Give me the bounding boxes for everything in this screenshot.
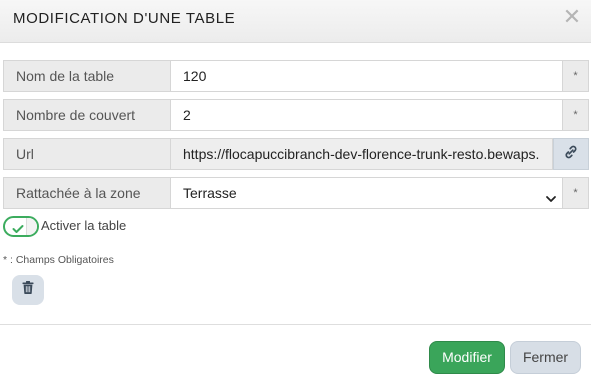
required-marker: *	[563, 60, 589, 92]
table-name-row: Nom de la table 120 *	[3, 60, 589, 92]
required-marker: *	[563, 99, 589, 131]
required-fields-note: * : Champs Obligatoires	[3, 254, 114, 266]
close-button[interactable]: Fermer	[510, 341, 581, 374]
close-icon[interactable]: ✕	[562, 7, 582, 29]
activate-table-label: Activer la table	[41, 218, 127, 233]
url-label: Url	[3, 138, 171, 170]
edit-table-modal: MODIFICATION D'UNE TABLE ✕ Nom de la tab…	[0, 0, 591, 381]
open-url-button[interactable]	[553, 138, 589, 170]
modal-title: MODIFICATION D'UNE TABLE	[13, 10, 236, 27]
covers-input[interactable]: 2	[171, 99, 563, 131]
activate-table-row: Activer la table	[3, 215, 303, 237]
footer-divider	[0, 324, 591, 325]
chevron-down-icon	[544, 186, 558, 202]
table-name-label: Nom de la table	[3, 60, 171, 92]
check-icon	[12, 221, 24, 239]
covers-label: Nombre de couvert	[3, 99, 171, 131]
toggle-knob	[26, 218, 37, 235]
trash-icon	[22, 281, 34, 299]
delete-button[interactable]	[12, 275, 44, 305]
covers-row: Nombre de couvert 2 *	[3, 99, 589, 131]
zone-select[interactable]: Terrasse	[171, 177, 563, 209]
modify-button[interactable]: Modifier	[429, 341, 505, 374]
activate-table-toggle[interactable]	[3, 216, 39, 237]
zone-row: Rattachée à la zone Terrasse *	[3, 177, 589, 209]
table-name-input[interactable]: 120	[171, 60, 563, 92]
zone-selected-value: Terrasse	[183, 185, 237, 201]
link-icon	[563, 144, 579, 165]
url-field[interactable]: https://flocapuccibranch-dev-florence-tr…	[171, 138, 553, 170]
required-marker: *	[563, 177, 589, 209]
modal-header: MODIFICATION D'UNE TABLE ✕	[0, 0, 591, 43]
url-row: Url https://flocapuccibranch-dev-florenc…	[3, 138, 589, 170]
zone-label: Rattachée à la zone	[3, 177, 171, 209]
